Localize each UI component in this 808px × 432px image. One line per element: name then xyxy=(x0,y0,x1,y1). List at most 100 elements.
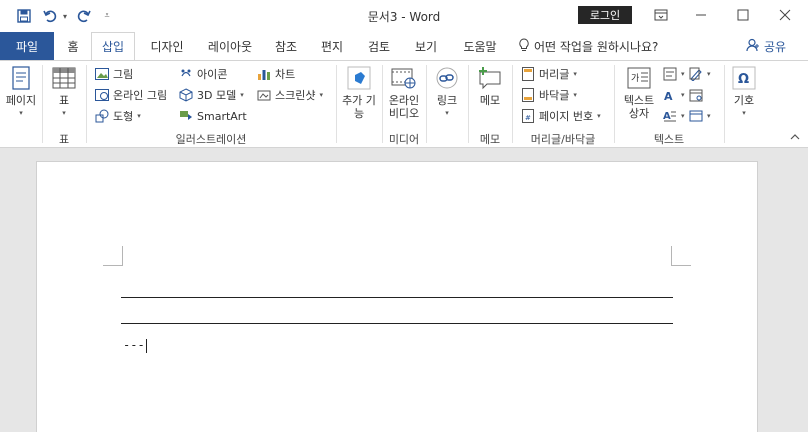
shapes-button[interactable]: 도형 ▾ xyxy=(94,107,141,125)
chart-button[interactable]: 차트 xyxy=(256,65,295,83)
chevron-down-icon: ▾ xyxy=(573,91,577,99)
quick-access-toolbar: ▾ ⩡ xyxy=(14,6,114,26)
omega-icon: Ω xyxy=(731,65,757,91)
header-icon xyxy=(520,67,535,82)
pictures-label: 그림 xyxy=(113,68,134,81)
links-button[interactable]: 링크 ▾ xyxy=(430,65,464,120)
table-icon xyxy=(51,65,77,91)
tab-design[interactable]: 디자인 xyxy=(142,32,192,60)
chevron-down-icon: ▾ xyxy=(681,91,685,99)
object-button[interactable]: ▾ xyxy=(688,107,711,125)
text-box-icon: 가 xyxy=(626,65,652,91)
smartart-icon xyxy=(178,109,193,124)
crop-mark-top-right xyxy=(671,246,691,266)
chevron-down-icon: ▾ xyxy=(681,70,685,78)
group-divider xyxy=(614,65,615,143)
tab-view[interactable]: 보기 xyxy=(405,32,447,60)
3d-models-button[interactable]: 3D 모델 ▾ xyxy=(178,86,244,104)
close-icon[interactable] xyxy=(770,4,800,26)
shapes-icon xyxy=(94,109,109,124)
page-number-label: 페이지 번호 xyxy=(539,110,594,123)
collapse-ribbon-icon[interactable] xyxy=(790,133,800,144)
group-label-illustrations: 일러스트레이션 xyxy=(175,133,247,146)
online-video-label-line1: 온라인 xyxy=(388,94,420,107)
undo-dropdown-icon[interactable]: ▾ xyxy=(60,6,70,26)
shapes-label: 도형 xyxy=(113,110,134,123)
maximize-icon[interactable] xyxy=(728,4,758,26)
online-pictures-button[interactable]: 온라인 그림 xyxy=(94,86,167,104)
customize-toolbar-icon[interactable]: ⩡ xyxy=(100,6,114,26)
document-page[interactable]: --- xyxy=(36,161,758,432)
tab-references[interactable]: 참조 xyxy=(266,32,306,60)
pages-label: 페이지 xyxy=(5,94,37,107)
header-button[interactable]: 머리글 ▾ xyxy=(520,65,577,83)
chevron-down-icon: ▾ xyxy=(681,112,685,120)
pictures-button[interactable]: 그림 xyxy=(94,65,133,83)
ribbon-display-options-icon[interactable] xyxy=(646,4,676,26)
quick-parts-button[interactable]: ▾ xyxy=(662,65,685,83)
undo-icon[interactable] xyxy=(40,6,60,26)
ribbon: 페이지 ▾ 표 ▾ 표 그림 온라인 그림 도형 ▾ 아이콘 3D 모델 ▾ S… xyxy=(0,60,808,148)
horizontal-line xyxy=(121,297,673,298)
group-divider xyxy=(42,65,43,143)
tell-me-box[interactable]: 어떤 작업을 원하시나요? xyxy=(518,38,658,55)
text-box-button[interactable]: 가 텍스트 상자 xyxy=(618,65,660,120)
video-icon xyxy=(391,65,417,91)
chevron-down-icon: ▾ xyxy=(240,91,244,99)
page-number-icon: # xyxy=(520,109,535,124)
table-button[interactable]: 표 ▾ xyxy=(48,65,80,120)
pages-button[interactable]: 페이지 ▾ xyxy=(4,65,38,120)
smartart-button[interactable]: SmartArt xyxy=(178,107,247,125)
comment-button[interactable]: 메모 xyxy=(472,65,508,107)
chevron-down-icon: ▾ xyxy=(319,91,323,99)
comment-label: 메모 xyxy=(479,94,501,107)
online-video-label-line2: 비디오 xyxy=(388,107,420,120)
drop-cap-icon: A xyxy=(662,109,677,124)
picture-icon xyxy=(94,67,109,82)
wordart-button[interactable]: A ▾ xyxy=(662,86,685,104)
signature-line-button[interactable]: ▾ xyxy=(688,65,711,83)
svg-text:A: A xyxy=(664,90,673,102)
minimize-icon[interactable] xyxy=(686,4,716,26)
tab-mailings[interactable]: 편지 xyxy=(312,32,352,60)
lightbulb-icon xyxy=(518,38,530,55)
person-icon xyxy=(746,38,760,55)
redo-icon[interactable] xyxy=(74,6,94,26)
group-label-media: 미디어 xyxy=(388,133,420,146)
drop-cap-button[interactable]: A ▾ xyxy=(662,107,685,125)
tab-insert[interactable]: 삽입 xyxy=(91,32,135,61)
online-video-button[interactable]: 온라인 비디오 xyxy=(384,65,424,120)
svg-text:A: A xyxy=(663,111,671,122)
group-divider xyxy=(336,65,337,143)
tab-review[interactable]: 검토 xyxy=(358,32,400,60)
screenshot-button[interactable]: 스크린샷 ▾ xyxy=(256,86,323,104)
tab-layout[interactable]: 레이아웃 xyxy=(200,32,260,60)
document-canvas: --- xyxy=(0,149,808,432)
wordart-icon: A xyxy=(662,88,677,103)
tab-home[interactable]: 홈 xyxy=(58,32,88,60)
page-number-button[interactable]: # 페이지 번호 ▾ xyxy=(520,107,601,125)
3d-models-label: 3D 모델 xyxy=(197,89,237,102)
tab-help[interactable]: 도움말 xyxy=(454,32,506,60)
addins-button[interactable]: 추가 기 능 xyxy=(338,65,380,120)
svg-text:Ω: Ω xyxy=(738,72,749,87)
login-button[interactable]: 로그인 xyxy=(578,6,632,24)
tell-me-label: 어떤 작업을 원하시나요? xyxy=(534,40,659,54)
tab-file[interactable]: 파일 xyxy=(0,32,54,60)
date-time-button[interactable] xyxy=(688,86,703,104)
chart-icon xyxy=(256,67,271,82)
group-label-tables: 표 xyxy=(58,133,70,146)
group-divider xyxy=(468,65,469,143)
icons-button[interactable]: 아이콘 xyxy=(178,65,227,83)
group-divider xyxy=(86,65,87,143)
symbols-button[interactable]: Ω 기호 ▾ xyxy=(728,65,760,120)
share-button[interactable]: 공유 xyxy=(746,38,786,55)
quick-parts-icon xyxy=(662,67,677,82)
addins-label-line1: 추가 기 xyxy=(342,94,376,107)
chevron-down-icon: ▾ xyxy=(707,112,711,120)
save-icon[interactable] xyxy=(14,6,34,26)
svg-text:#: # xyxy=(525,114,531,122)
comment-icon xyxy=(477,65,503,91)
footer-button[interactable]: 바닥글 ▾ xyxy=(520,86,577,104)
group-divider xyxy=(512,65,513,143)
